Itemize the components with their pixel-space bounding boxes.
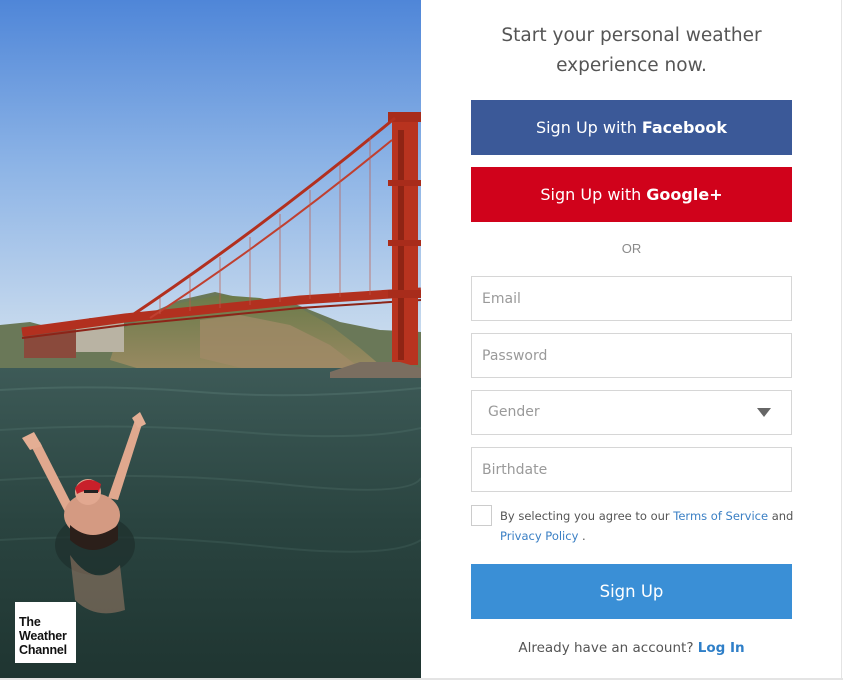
logo-line-weather: Weather [19, 629, 67, 643]
golden-gate-swimmer-image [0, 0, 421, 678]
login-prompt: Already have an account? Log In [421, 640, 842, 656]
gender-select[interactable]: Gender [471, 390, 792, 435]
email-field[interactable] [471, 276, 792, 321]
terms-suffix: . [582, 529, 586, 543]
gender-select-value: Gender [488, 404, 540, 420]
terms-text: By selecting you agree to our Terms of S… [500, 506, 800, 546]
facebook-signup-button[interactable]: Sign Up with Facebook [471, 100, 792, 155]
headline-line-1: Start your personal weather [501, 25, 762, 46]
login-prompt-text: Already have an account? [518, 640, 694, 656]
logo-line-the: The [19, 615, 41, 629]
caret-down-icon [757, 408, 771, 417]
google-button-prefix: Sign Up with [540, 185, 642, 204]
signup-headline: Start your personal weather experience n… [421, 21, 842, 81]
hero-photo: The Weather Channel [0, 0, 421, 678]
log-in-link[interactable]: Log In [698, 640, 745, 656]
facebook-button-brand: Facebook [641, 118, 728, 137]
google-button-brand: Google+ [646, 185, 723, 204]
terms-prefix: By selecting you agree to our [500, 509, 670, 523]
sign-up-button[interactable]: Sign Up [471, 564, 792, 619]
logo-line-channel: Channel [19, 643, 67, 657]
headline-line-2: experience now. [556, 55, 707, 76]
facebook-button-prefix: Sign Up with [535, 118, 637, 137]
weather-channel-logo: The Weather Channel [15, 602, 76, 663]
signup-panel: Start your personal weather experience n… [421, 0, 842, 678]
terms-checkbox[interactable] [471, 505, 492, 526]
password-field[interactable] [471, 333, 792, 378]
terms-and: and [771, 509, 794, 523]
privacy-policy-link[interactable]: Privacy Policy [500, 529, 578, 543]
signup-screen: The Weather Channel Start your personal … [0, 0, 843, 680]
google-signup-button[interactable]: Sign Up with Google+ [471, 167, 792, 222]
terms-of-service-link[interactable]: Terms of Service [673, 509, 768, 523]
or-divider: OR [621, 241, 642, 256]
birthdate-field[interactable] [471, 447, 792, 492]
